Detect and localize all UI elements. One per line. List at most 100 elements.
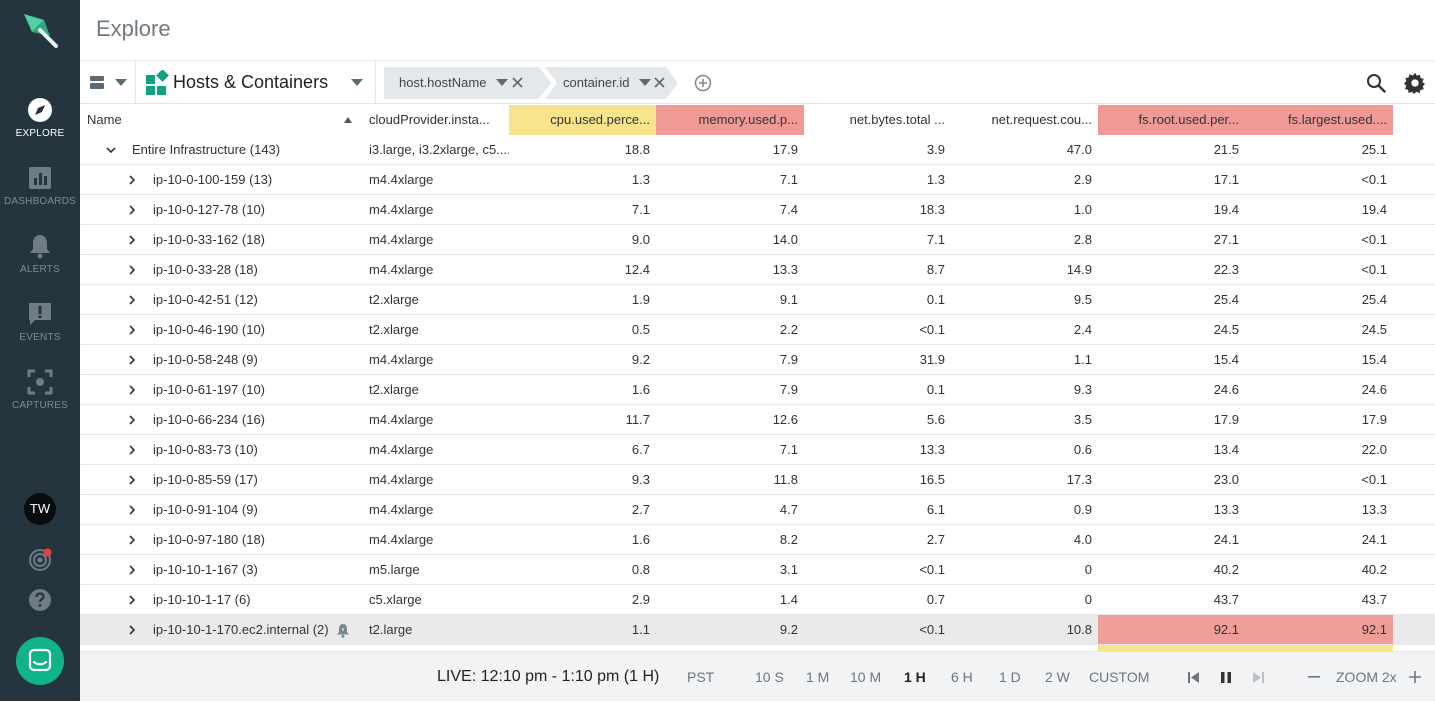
chevron-right-icon[interactable] bbox=[126, 264, 138, 276]
alert-bell-icon[interactable] bbox=[336, 623, 350, 638]
table-row[interactable]: ip-10-10-1-167 (3) m5.large 0.8 3.1 <0.1 0 40.… bbox=[80, 555, 1435, 585]
metric-cell: 13.3 bbox=[1361, 502, 1387, 517]
table-row[interactable]: ip-10-0-61-197 (10) t2.xlarge 1.6 7.9 0.1 9.3… bbox=[80, 375, 1435, 405]
column-header[interactable]: cloudProvider.insta... bbox=[369, 105, 509, 135]
chevron-right-icon[interactable] bbox=[126, 354, 138, 366]
time-range-button[interactable]: CUSTOM bbox=[1089, 652, 1149, 702]
column-header[interactable]: fs.root.used.per... bbox=[1098, 105, 1245, 135]
instance-type-cell: t2.large bbox=[369, 622, 413, 637]
chevron-right-icon[interactable] bbox=[126, 234, 138, 246]
metric-cell: 7.1 bbox=[631, 202, 650, 217]
table-row[interactable]: Entire Infrastructure (143) i3.large, i3.… bbox=[80, 135, 1435, 165]
table-row[interactable]: ip-10-0-46-190 (10) t2.xlarge 0.5 2.2 <0.1 2.… bbox=[80, 315, 1435, 345]
timezone-selector[interactable]: PST bbox=[687, 652, 714, 702]
column-header[interactable]: Name bbox=[87, 105, 361, 135]
time-range-button[interactable]: 10 M bbox=[850, 652, 881, 702]
hosts-containers-icon bbox=[145, 69, 171, 96]
chevron-down-icon[interactable] bbox=[105, 144, 117, 156]
live-time-label: LIVE: 12:10 pm - 1:10 pm (1 H) bbox=[437, 668, 660, 685]
chevron-right-icon[interactable] bbox=[126, 474, 138, 486]
instance-type-cell: m5.large bbox=[369, 562, 420, 577]
chevron-right-icon[interactable] bbox=[126, 534, 138, 546]
column-header[interactable]: fs.largest.used.... bbox=[1245, 105, 1393, 135]
pause-icon[interactable] bbox=[1221, 672, 1231, 683]
grouping-selector[interactable]: Hosts & Containers bbox=[173, 72, 328, 93]
table-row[interactable]: ip-10-0-91-104 (9) m4.4xlarge 2.7 4.7 6.1 0.9… bbox=[80, 495, 1435, 525]
table-row[interactable]: ip-10-0-83-73 (10) m4.4xlarge 6.7 7.1 13.3 0.… bbox=[80, 435, 1435, 465]
time-range-button[interactable]: 1 D bbox=[999, 652, 1021, 702]
metric-cell: 23.0 bbox=[1213, 472, 1239, 487]
chevron-right-icon[interactable] bbox=[126, 624, 138, 636]
grouping-chip-container[interactable]: container.id bbox=[545, 67, 678, 99]
time-range-button[interactable]: 1 M bbox=[806, 652, 829, 702]
time-range-button[interactable]: 2 W bbox=[1045, 652, 1070, 702]
nav-dashboards[interactable]: DASHBOARDS bbox=[0, 165, 80, 225]
chevron-down-icon[interactable] bbox=[639, 79, 651, 87]
metric-cell: 5.6 bbox=[926, 412, 945, 427]
table-row[interactable]: ip-10-0-42-51 (12) t2.xlarge 1.9 9.1 0.1 9.5 2… bbox=[80, 285, 1435, 315]
chevron-right-icon[interactable] bbox=[126, 384, 138, 396]
table-row[interactable]: ip-10-0-33-162 (18) m4.4xlarge 9.0 14.0 7.1 2… bbox=[80, 225, 1435, 255]
help-icon[interactable] bbox=[28, 588, 52, 612]
zoom-in-icon[interactable] bbox=[1409, 671, 1421, 683]
capture-frame-icon bbox=[27, 369, 53, 395]
close-icon[interactable] bbox=[654, 77, 665, 88]
target-icon[interactable] bbox=[28, 548, 52, 572]
nav-captures[interactable]: CAPTURES bbox=[0, 369, 80, 429]
column-header[interactable]: net.request.cou... bbox=[951, 105, 1098, 135]
logo-icon[interactable] bbox=[20, 10, 60, 50]
metric-cell: 17.9 bbox=[1213, 412, 1239, 427]
metric-cell: 1.6 bbox=[631, 532, 650, 547]
column-header[interactable]: cpu.used.perce... bbox=[509, 105, 656, 135]
metric-cell: <0.1 bbox=[919, 562, 945, 577]
add-circle-icon[interactable] bbox=[694, 74, 712, 92]
chevron-down-icon[interactable] bbox=[496, 79, 508, 87]
chevron-down-icon[interactable] bbox=[350, 78, 364, 87]
table-row[interactable]: ip-10-0-66-234 (16) m4.4xlarge 11.7 12.6 5.6… bbox=[80, 405, 1435, 435]
search-icon[interactable] bbox=[1366, 73, 1386, 93]
grouping-chip-hostname[interactable]: host.hostName bbox=[384, 67, 539, 99]
table-row[interactable]: ip-10-0-97-180 (18) m4.4xlarge 1.6 8.2 2.7 4.… bbox=[80, 525, 1435, 555]
chevron-right-icon[interactable] bbox=[126, 324, 138, 336]
time-range-button[interactable]: 10 S bbox=[755, 652, 784, 702]
time-range-button[interactable]: 1 H bbox=[904, 652, 926, 702]
skip-back-icon[interactable] bbox=[1188, 672, 1200, 683]
table-row[interactable]: ip-10-0-33-28 (18) m4.4xlarge 12.4 13.3 8.7 1… bbox=[80, 255, 1435, 285]
close-icon[interactable] bbox=[512, 77, 523, 88]
row-name: ip-10-0-33-28 (18) bbox=[153, 262, 258, 277]
metric-cell: 13.3 bbox=[919, 442, 945, 457]
avatar[interactable]: TW bbox=[24, 493, 56, 525]
nav-events[interactable]: EVENTS bbox=[0, 301, 80, 361]
nav-alerts[interactable]: ALERTS bbox=[0, 233, 80, 293]
chevron-right-icon[interactable] bbox=[126, 414, 138, 426]
gear-icon[interactable] bbox=[1404, 72, 1426, 94]
table-row[interactable]: ip-10-0-127-78 (10) m4.4xlarge 7.1 7.4 18.3 1… bbox=[80, 195, 1435, 225]
table-row[interactable]: ip-10-0-85-59 (17) m4.4xlarge 9.3 11.8 16.5 1… bbox=[80, 465, 1435, 495]
chevron-right-icon[interactable] bbox=[126, 294, 138, 306]
column-header[interactable]: net.bytes.total ... bbox=[804, 105, 951, 135]
table-row[interactable]: ip-10-0-58-248 (9) m4.4xlarge 9.2 7.9 31.9 1.… bbox=[80, 345, 1435, 375]
instance-type-cell: m4.4xlarge bbox=[369, 532, 434, 547]
row-name: ip-10-0-100-159 (13) bbox=[153, 172, 273, 187]
chevron-right-icon[interactable] bbox=[126, 204, 138, 216]
chevron-right-icon[interactable] bbox=[126, 564, 138, 576]
column-header[interactable]: memory.used.p... bbox=[656, 105, 804, 135]
toolbar-divider bbox=[375, 61, 376, 104]
zoom-out-icon[interactable] bbox=[1308, 676, 1320, 679]
table-row[interactable]: ip-10-10-1-170.ec2.internal (2) t2.large 1… bbox=[80, 615, 1435, 645]
chevron-right-icon[interactable] bbox=[126, 174, 138, 186]
nav-label: EVENTS bbox=[19, 332, 61, 343]
table-row[interactable]: ip-10-10-1-17 (6) c5.xlarge 2.9 1.4 0.7 0 43.7… bbox=[80, 585, 1435, 615]
nav-explore[interactable]: EXPLORE bbox=[0, 97, 80, 157]
time-range-button[interactable]: 6 H bbox=[951, 652, 973, 702]
metric-cell: 24.5 bbox=[1361, 322, 1387, 337]
chevron-right-icon[interactable] bbox=[126, 504, 138, 516]
skip-forward-icon[interactable] bbox=[1252, 672, 1264, 683]
chevron-right-icon[interactable] bbox=[126, 594, 138, 606]
chevron-right-icon[interactable] bbox=[126, 444, 138, 456]
chat-launcher-button[interactable] bbox=[16, 637, 64, 685]
view-switcher-button[interactable] bbox=[90, 75, 130, 91]
table-row[interactable]: ip-10-0-100-159 (13) m4.4xlarge 1.3 7.1 1.3 2… bbox=[80, 165, 1435, 195]
metric-cell: 1.6 bbox=[631, 382, 650, 397]
sort-ascending-icon[interactable] bbox=[344, 117, 352, 123]
